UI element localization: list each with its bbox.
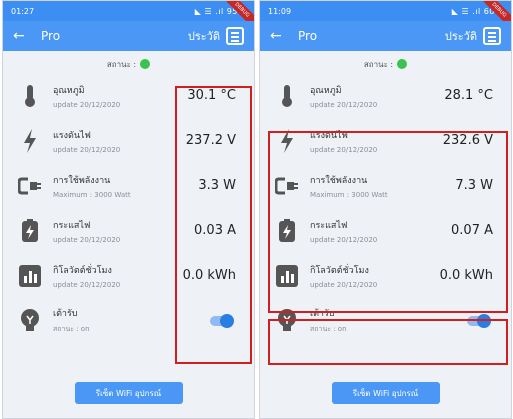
- page-title: Pro: [41, 29, 61, 43]
- item-name: แรงดันไฟ: [310, 130, 348, 141]
- energy-value: 0.0 kWh: [439, 268, 493, 283]
- lightbulb-icon: [274, 308, 300, 334]
- item-name: กิโลวัตต์ชั่วโมง: [310, 265, 369, 276]
- status-online-indicator: [140, 59, 151, 69]
- voltage-value: 232.6 V: [442, 133, 493, 148]
- item-name: อุณหภูมิ: [53, 85, 85, 96]
- item-subtitle: update 20/12/2020: [53, 280, 121, 289]
- socket-toggle[interactable]: [467, 313, 491, 328]
- lightbulb-icon: [17, 308, 43, 334]
- page-title: Pro: [298, 29, 318, 43]
- screenshot-stage: 01:27 ◣ ☰ .ıl 95% DEBUG ← Pro ประวัติ สถ…: [0, 0, 513, 419]
- current-value: 0.07 A: [451, 223, 493, 238]
- item-name: การใช้พลังงาน: [53, 175, 111, 186]
- power-value: 3.3 W: [198, 178, 236, 193]
- battery-charging-icon: [17, 218, 43, 244]
- device-status-label: สถานะ :: [106, 59, 137, 69]
- device-status-row: สถานะ :: [3, 55, 254, 73]
- status-online-indicator: [397, 59, 408, 69]
- item-subtitle: update 20/12/2020: [310, 100, 378, 109]
- item-name: อุณหภูมิ: [310, 85, 342, 96]
- reset-wifi-button[interactable]: รีเซ็ต WiFi อุปกรณ์: [74, 382, 183, 404]
- temperature-value: 30.1 °C: [187, 88, 236, 103]
- list-item-energy: กิโลวัตต์ชั่วโมง update 20/12/2020 0.0 k…: [3, 253, 254, 298]
- sensor-list: อุณหภูมิ update 20/12/2020 30.1 °C แรงดั…: [3, 73, 254, 343]
- history-label[interactable]: ประวัติ: [188, 27, 220, 45]
- power-plug-icon: [17, 173, 43, 199]
- power-plug-icon: [274, 173, 300, 199]
- lightning-icon: [17, 128, 43, 154]
- temperature-value: 28.1 °C: [444, 88, 493, 103]
- item-name: เต้ารับ: [310, 309, 335, 319]
- item-subtitle: Maximum : 3000 Watt: [310, 190, 388, 199]
- list-item-power: การใช้พลังงาน Maximum : 3000 Watt 7.3 W: [260, 163, 511, 208]
- item-subtitle: update 20/12/2020: [310, 145, 378, 154]
- item-subtitle: update 20/12/2020: [310, 280, 378, 289]
- bar-chart-icon: [274, 263, 300, 289]
- item-subtitle: update 20/12/2020: [53, 100, 121, 109]
- app-bar: ← Pro ประวัติ: [3, 21, 254, 51]
- list-item-energy: กิโลวัตต์ชั่วโมง update 20/12/2020 0.0 k…: [260, 253, 511, 298]
- power-value: 7.3 W: [455, 178, 493, 193]
- item-name: เต้ารับ: [53, 309, 78, 319]
- reset-wifi-button[interactable]: รีเซ็ต WiFi อุปกรณ์: [331, 382, 440, 404]
- back-arrow-icon[interactable]: ←: [13, 28, 33, 44]
- item-name: แรงดันไฟ: [53, 130, 91, 141]
- item-subtitle: สถานะ : on: [53, 325, 90, 333]
- status-bar: 11:09 ◣ ☰ .ıl 60%: [260, 1, 511, 21]
- list-item-socket: เต้ารับ สถานะ : on: [3, 298, 254, 343]
- status-time: 11:09: [268, 6, 292, 16]
- item-name: การใช้พลังงาน: [310, 175, 368, 186]
- lightning-icon: [274, 128, 300, 154]
- phone-screen-left: 01:27 ◣ ☰ .ıl 95% DEBUG ← Pro ประวัติ สถ…: [2, 0, 255, 419]
- history-list-icon[interactable]: [226, 27, 244, 45]
- app-bar: ← Pro ประวัติ: [260, 21, 511, 51]
- list-item-temperature: อุณหภูมิ update 20/12/2020 28.1 °C: [260, 73, 511, 118]
- thermometer-icon: [274, 83, 300, 109]
- energy-value: 0.0 kWh: [182, 268, 236, 283]
- item-subtitle: update 20/12/2020: [53, 235, 121, 244]
- sensor-list: อุณหภูมิ update 20/12/2020 28.1 °C แรงดั…: [260, 73, 511, 343]
- device-status-label: สถานะ :: [363, 59, 394, 69]
- item-name: กระแสไฟ: [310, 220, 348, 231]
- phone-screen-right: 11:09 ◣ ☰ .ıl 60% DEBUG ← Pro ประวัติ สถ…: [259, 0, 512, 419]
- list-item-power: การใช้พลังงาน Maximum : 3000 Watt 3.3 W: [3, 163, 254, 208]
- item-subtitle: update 20/12/2020: [53, 145, 121, 154]
- list-item-temperature: อุณหภูมิ update 20/12/2020 30.1 °C: [3, 73, 254, 118]
- status-time: 01:27: [11, 6, 35, 16]
- list-item-current: กระแสไฟ update 20/12/2020 0.03 A: [3, 208, 254, 253]
- item-name: กิโลวัตต์ชั่วโมง: [53, 265, 112, 276]
- battery-charging-icon: [274, 218, 300, 244]
- list-item-voltage: แรงดันไฟ update 20/12/2020 232.6 V: [260, 118, 511, 163]
- item-subtitle: Maximum : 3000 Watt: [53, 190, 131, 199]
- list-item-socket: เต้ารับ สถานะ : on: [260, 298, 511, 343]
- bar-chart-icon: [17, 263, 43, 289]
- current-value: 0.03 A: [194, 223, 236, 238]
- status-bar: 01:27 ◣ ☰ .ıl 95%: [3, 1, 254, 21]
- history-label[interactable]: ประวัติ: [445, 27, 477, 45]
- back-arrow-icon[interactable]: ←: [270, 28, 290, 44]
- history-list-icon[interactable]: [483, 27, 501, 45]
- item-subtitle: update 20/12/2020: [310, 235, 378, 244]
- list-item-voltage: แรงดันไฟ update 20/12/2020 237.2 V: [3, 118, 254, 163]
- item-name: กระแสไฟ: [53, 220, 91, 231]
- socket-toggle[interactable]: [210, 313, 234, 328]
- list-item-current: กระแสไฟ update 20/12/2020 0.07 A: [260, 208, 511, 253]
- voltage-value: 237.2 V: [185, 133, 236, 148]
- device-status-row: สถานะ :: [260, 55, 511, 73]
- item-subtitle: สถานะ : on: [310, 325, 347, 333]
- thermometer-icon: [17, 83, 43, 109]
